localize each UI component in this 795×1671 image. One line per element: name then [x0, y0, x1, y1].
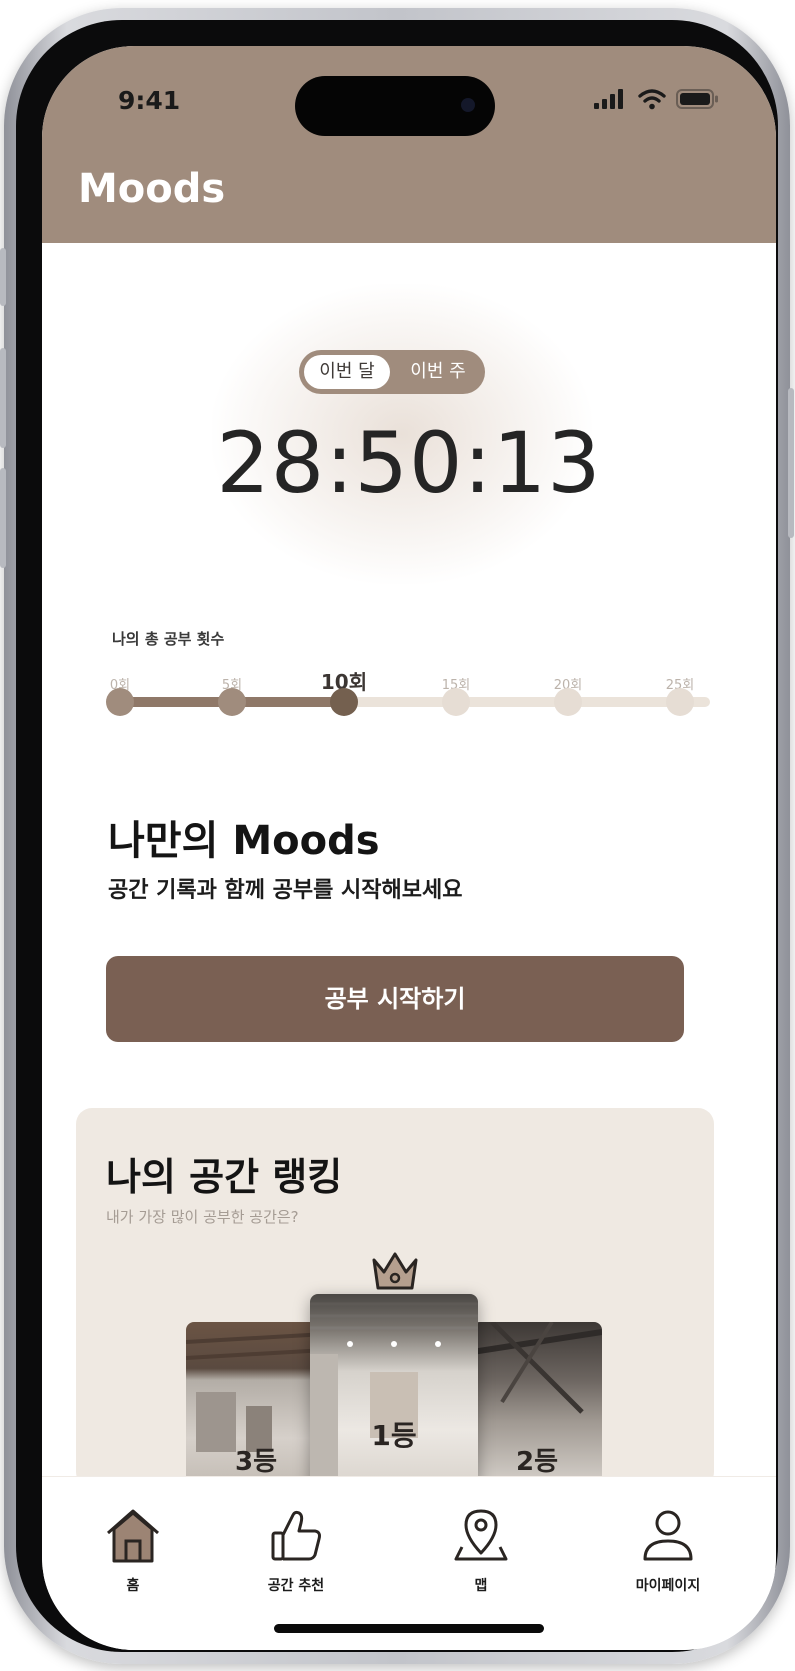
tab-mypage-label: 마이페이지 — [635, 1578, 701, 1594]
dynamic-island — [295, 76, 495, 136]
app-title: Moods — [78, 166, 226, 212]
my-moods-subtitle: 공간 기록과 함께 공부를 시작해보세요 — [108, 878, 463, 903]
home-icon — [107, 1509, 159, 1563]
status-icons — [594, 88, 720, 110]
rank-third-label: 3등 — [234, 1447, 277, 1477]
phone-frame: 9:41 Moods 이번 달 이번 주 28:50:13 나의 총 공부 횟수… — [0, 8, 794, 1664]
tab-map-label: 맵 — [474, 1578, 488, 1594]
tab-map[interactable]: 맵 — [411, 1507, 551, 1595]
rank-second-photo[interactable]: 2등 — [472, 1322, 602, 1488]
map-pin-icon — [454, 1509, 508, 1561]
thumbs-up-icon — [271, 1510, 321, 1561]
tab-home-label: 홈 — [126, 1578, 140, 1594]
status-time: 9:41 — [118, 86, 181, 115]
front-camera — [461, 98, 475, 112]
tab-home[interactable]: 홈 — [63, 1507, 203, 1595]
ranking-subtitle: 내가 가장 많이 공부한 공간은? — [106, 1208, 299, 1226]
volume-down-button — [0, 468, 6, 568]
power-button — [788, 388, 794, 538]
progress-dot — [218, 688, 246, 716]
cellular-signal-icon — [594, 89, 623, 109]
study-timer: 28:50:13 — [216, 414, 602, 512]
rank-second-label: 2등 — [515, 1447, 558, 1477]
progress-dot — [666, 688, 694, 716]
app-screen: 9:41 Moods 이번 달 이번 주 28:50:13 나의 총 공부 횟수… — [42, 46, 776, 1650]
mute-switch — [0, 248, 6, 306]
rank-third-photo[interactable]: 3등 — [186, 1322, 326, 1488]
rank-first-photo[interactable]: 1등 — [310, 1294, 478, 1488]
app-header: 9:41 Moods — [42, 46, 776, 243]
home-indicator — [274, 1624, 544, 1633]
progress-label: 나의 총 공부 횟수 — [112, 630, 225, 648]
ranking-title: 나의 공간 랭킹 — [106, 1155, 343, 1199]
space-ranking-card: 나의 공간 랭킹 내가 가장 많이 공부한 공간은? 3등 2등 1등 — [76, 1108, 714, 1488]
toggle-this-week[interactable]: 이번 주 — [395, 355, 481, 389]
cafe-interior-image — [310, 1302, 478, 1488]
tab-mypage[interactable]: 마이페이지 — [598, 1507, 738, 1595]
user-profile-icon — [643, 1510, 693, 1561]
tab-recommend[interactable]: 공간 추천 — [226, 1507, 366, 1595]
toggle-this-month[interactable]: 이번 달 — [304, 355, 390, 389]
rank-first-label: 1등 — [371, 1419, 417, 1452]
phone-bezel: 9:41 Moods 이번 달 이번 주 28:50:13 나의 총 공부 횟수… — [16, 20, 778, 1652]
wifi-icon — [638, 89, 666, 110]
progress-dot — [554, 688, 582, 716]
progress-dot — [106, 688, 134, 716]
progress-dot — [442, 688, 470, 716]
progress-dot-current — [330, 688, 358, 716]
period-toggle[interactable]: 이번 달 이번 주 — [299, 350, 485, 394]
my-moods-title: 나만의 Moods — [108, 818, 380, 864]
battery-icon — [676, 89, 718, 109]
start-study-button[interactable]: 공부 시작하기 — [106, 956, 684, 1042]
volume-up-button — [0, 348, 6, 448]
crown-icon — [372, 1252, 418, 1290]
tab-recommend-label: 공간 추천 — [267, 1578, 325, 1594]
